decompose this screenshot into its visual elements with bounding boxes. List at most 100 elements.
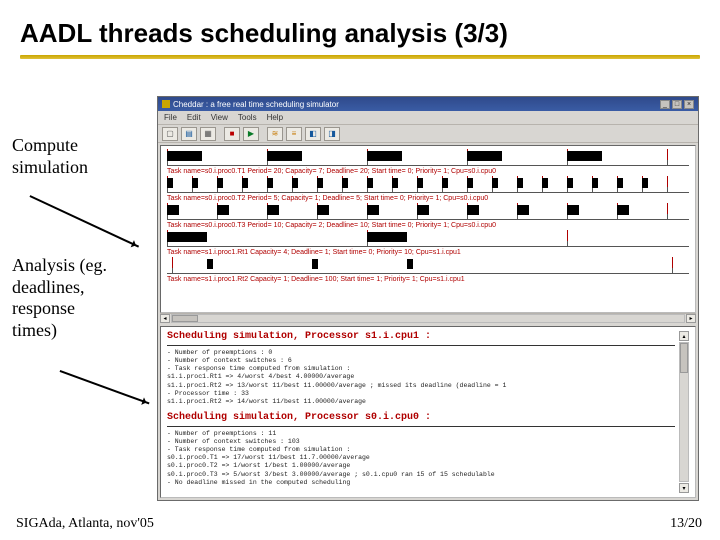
gantt-area: Task name=s0.i.proc0.T1 Period= 20; Capa… [160, 145, 696, 313]
annot-analysis: Analysis (eg. deadlines, response times) [12, 255, 122, 341]
chart-icon[interactable]: ≋ [267, 127, 283, 141]
exec-bar [267, 178, 273, 188]
exec-bar [567, 151, 602, 161]
scroll-down-icon[interactable]: ▾ [679, 483, 689, 493]
exec-bar [267, 205, 279, 215]
task-label: Task name=s0.i.proc0.T2 Period= 5; Capac… [167, 195, 689, 202]
vscroll-thumb[interactable] [680, 343, 688, 373]
exec-bar [167, 178, 173, 188]
output-line: - No deadline missed in the computed sch… [167, 479, 675, 487]
scroll-right-icon[interactable]: ▸ [686, 314, 696, 323]
chart2-icon[interactable]: ≡ [286, 127, 302, 141]
exec-bar [517, 205, 529, 215]
exec-bar [542, 178, 548, 188]
new-icon[interactable]: ▢ [162, 127, 178, 141]
task-track [167, 258, 689, 274]
task-row: Task name=s0.i.proc0.T2 Period= 5; Capac… [167, 177, 689, 202]
menu-file[interactable]: File [164, 113, 177, 122]
task-label: Task name=s0.i.proc0.T3 Period= 10; Capa… [167, 222, 689, 229]
task-label: Task name=s1.i.proc1.Rt2 Capacity= 1; De… [167, 276, 689, 283]
exec-bar [242, 178, 248, 188]
exec-bar [292, 178, 298, 188]
proc-icon[interactable]: ◨ [324, 127, 340, 141]
maximize-button[interactable]: □ [672, 100, 682, 109]
exec-bar [312, 259, 318, 269]
exec-bar [167, 205, 179, 215]
exec-bar [192, 178, 198, 188]
output-line: s1.i.proc1.Rt2 => 14/worst 11/best 11.00… [167, 398, 675, 406]
output-vscroll[interactable]: ▴ ▾ [679, 331, 689, 493]
output-header: Scheduling simulation, Processor s1.i.cp… [167, 331, 675, 342]
menu-tools[interactable]: Tools [238, 113, 257, 122]
exec-bar [467, 205, 479, 215]
open-icon[interactable]: ▤ [181, 127, 197, 141]
output-line: s1.i.proc1.Rt2 => 13/worst 11/best 11.00… [167, 382, 675, 390]
title-rule [20, 55, 700, 59]
arrow-analysis [60, 370, 150, 404]
app-window: Cheddar : a free real time scheduling si… [157, 96, 699, 501]
arrow-compute [30, 195, 139, 247]
exec-bar [367, 232, 407, 242]
exec-bar [367, 178, 373, 188]
exec-bar [392, 178, 398, 188]
task-track [167, 177, 689, 193]
exec-bar [217, 205, 229, 215]
exec-bar [517, 178, 523, 188]
exec-bar [567, 205, 579, 215]
output-line: - Number of preemptions : 0 [167, 349, 675, 357]
output-line: - Processor time : 33 [167, 390, 675, 398]
menu-edit[interactable]: Edit [187, 113, 201, 122]
exec-bar [167, 232, 207, 242]
exec-bar [467, 178, 473, 188]
task-label: Task name=s0.i.proc0.T1 Period= 20; Capa… [167, 168, 689, 175]
exec-bar [417, 178, 423, 188]
output-line: s0.i.proc0.T1 => 17/worst 11/best 11.7.0… [167, 454, 675, 462]
output-line: s0.i.proc0.T3 => 5/worst 3/best 3.00000/… [167, 471, 675, 479]
hscroll-thumb[interactable] [172, 315, 198, 322]
exec-bar [592, 178, 598, 188]
exec-bar [267, 151, 302, 161]
exec-bar [317, 178, 323, 188]
exec-bar [492, 178, 498, 188]
annot-compute: Compute simulation [12, 135, 122, 178]
task-row: Task name=s0.i.proc0.T3 Period= 10; Capa… [167, 204, 689, 229]
output-line: s0.i.proc0.T2 => 1/worst 1/best 1.00000/… [167, 462, 675, 470]
output-panel: Scheduling simulation, Processor s1.i.cp… [160, 326, 696, 498]
exec-bar [467, 151, 502, 161]
toolbar: ▢ ▤ ▦ ■ ▶ ≋ ≡ ◧ ◨ [158, 125, 698, 143]
task-track [167, 231, 689, 247]
exec-bar [167, 151, 202, 161]
scroll-up-icon[interactable]: ▴ [679, 331, 689, 341]
window-title: Cheddar : a free real time scheduling si… [173, 100, 339, 109]
exec-bar [442, 178, 448, 188]
run-icon[interactable]: ▶ [243, 127, 259, 141]
gantt-hscroll[interactable]: ◂ ▸ [160, 313, 696, 323]
app-icon [162, 100, 170, 108]
task-track [167, 150, 689, 166]
slide-title: AADL threads scheduling analysis (3/3) [0, 0, 720, 55]
sched-icon[interactable]: ◧ [305, 127, 321, 141]
exec-bar [567, 178, 573, 188]
output-line: - Task response time computed from simul… [167, 365, 675, 373]
stop-icon[interactable]: ■ [224, 127, 240, 141]
exec-bar [367, 205, 379, 215]
exec-bar [407, 259, 413, 269]
menu-help[interactable]: Help [267, 113, 283, 122]
scroll-left-icon[interactable]: ◂ [160, 314, 170, 323]
exec-bar [642, 178, 648, 188]
menubar: File Edit View Tools Help [158, 111, 698, 125]
task-row: Task name=s0.i.proc0.T1 Period= 20; Capa… [167, 150, 689, 175]
task-row: Task name=s1.i.proc1.Rt2 Capacity= 1; De… [167, 258, 689, 283]
exec-bar [217, 178, 223, 188]
task-row: Task name=s1.i.proc1.Rt1 Capacity= 4; De… [167, 231, 689, 256]
close-button[interactable]: × [684, 100, 694, 109]
footer-left: SIGAda, Atlanta, nov'05 [16, 516, 154, 532]
minimize-button[interactable]: _ [660, 100, 670, 109]
exec-bar [342, 178, 348, 188]
exec-bar [617, 178, 623, 188]
task-track [167, 204, 689, 220]
output-line: - Number of context switches : 103 [167, 438, 675, 446]
menu-view[interactable]: View [211, 113, 228, 122]
save-icon[interactable]: ▦ [200, 127, 216, 141]
exec-bar [207, 259, 213, 269]
